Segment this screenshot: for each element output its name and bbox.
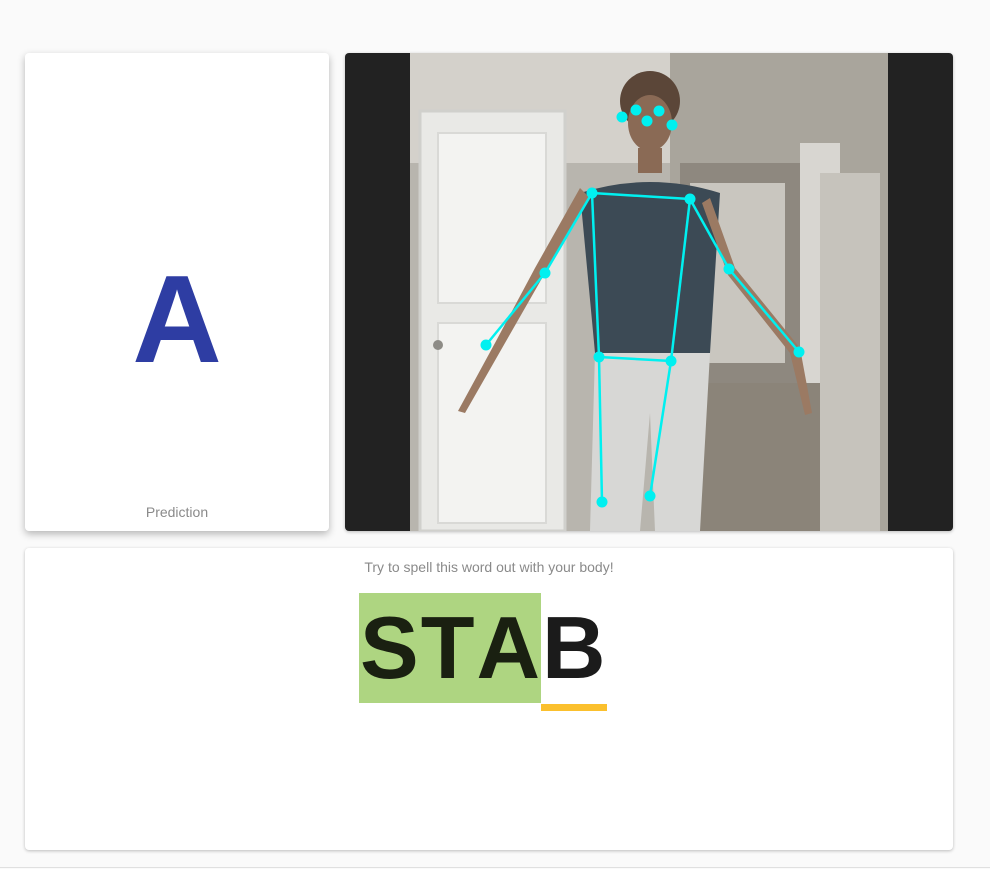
prediction-caption: Prediction [145,504,209,520]
instruction-text: Try to spell this word out with your bod… [364,559,614,575]
webcam-feed [410,53,888,531]
prediction-card: A Prediction [25,53,329,531]
word-letter: A [475,593,542,703]
word-challenge-card: Try to spell this word out with your bod… [25,548,953,850]
predicted-letter: A [132,251,222,389]
target-word: S T A B [359,593,607,711]
camera-card [345,53,953,531]
word-letter-current: B [541,593,607,711]
word-letter: S [359,593,420,703]
divider [0,867,990,868]
word-letter: T [419,593,476,703]
